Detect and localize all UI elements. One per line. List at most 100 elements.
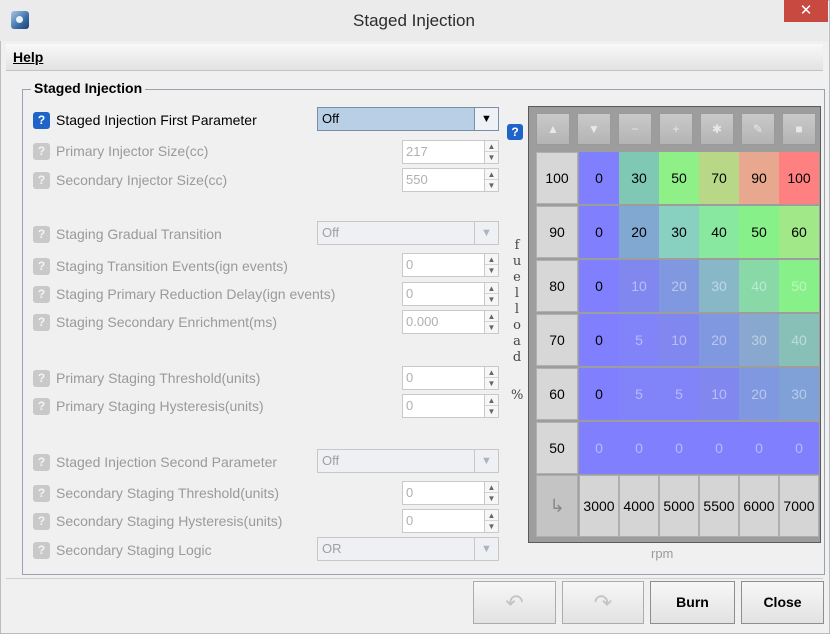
help-icon[interactable]: ? — [33, 485, 50, 502]
column-header[interactable]: 7000 — [779, 475, 819, 537]
chevron-down-icon[interactable]: ▼ — [474, 450, 498, 472]
help-icon[interactable]: ? — [33, 172, 50, 189]
help-icon[interactable]: ? — [33, 314, 50, 331]
row-header[interactable]: 90 — [536, 206, 578, 258]
spin-up-icon[interactable]: ▲ — [485, 283, 498, 294]
help-icon[interactable]: ? — [33, 542, 50, 559]
table-cell[interactable]: 20 — [699, 314, 739, 366]
spin-up-icon[interactable]: ▲ — [485, 367, 498, 378]
help-icon[interactable]: ? — [33, 226, 50, 243]
multiply-icon[interactable]: ✱ — [700, 113, 734, 145]
table-cell[interactable]: 40 — [699, 206, 739, 258]
table-cell[interactable]: 0 — [579, 422, 619, 474]
row-header[interactable]: 80 — [536, 260, 578, 312]
help-icon[interactable]: ? — [33, 454, 50, 471]
move-up-icon[interactable]: ▲ — [536, 113, 570, 145]
spin-up-icon[interactable]: ▲ — [485, 311, 498, 322]
column-header[interactable]: 5500 — [699, 475, 739, 537]
redo-button[interactable]: ↷ — [562, 581, 644, 624]
row-header[interactable]: 100 — [536, 152, 578, 204]
secondary-hysteresis-spinner[interactable]: 0 ▲ ▼ — [402, 509, 499, 533]
burn-button[interactable]: Burn — [650, 581, 735, 624]
primary-hysteresis-spinner[interactable]: 0 ▲ ▼ — [402, 394, 499, 418]
spin-down-icon[interactable]: ▼ — [485, 378, 498, 389]
chevron-down-icon[interactable]: ▼ — [474, 222, 498, 244]
spin-up-icon[interactable]: ▲ — [485, 254, 498, 265]
second-parameter-select[interactable]: Off ▼ — [317, 449, 499, 473]
undo-button[interactable]: ↶ — [473, 581, 556, 624]
spin-down-icon[interactable]: ▼ — [485, 180, 498, 191]
table-cell[interactable]: 0 — [699, 422, 739, 474]
table-cell[interactable]: 0 — [579, 206, 619, 258]
axis-swap-icon[interactable]: ↳ — [536, 475, 578, 537]
table-cell[interactable]: 40 — [779, 314, 819, 366]
primary-reduction-delay-spinner[interactable]: 0 ▲ ▼ — [402, 282, 499, 306]
column-header[interactable]: 5000 — [659, 475, 699, 537]
gradual-transition-select[interactable]: Off ▼ — [317, 221, 499, 245]
table-cell[interactable]: 50 — [779, 260, 819, 312]
spin-down-icon[interactable]: ▼ — [485, 152, 498, 163]
primary-injector-size-spinner[interactable]: 217 ▲ ▼ — [402, 140, 499, 164]
spin-down-icon[interactable]: ▼ — [485, 265, 498, 276]
table-cell[interactable]: 0 — [579, 260, 619, 312]
first-parameter-select[interactable]: Off ▼ — [317, 107, 499, 131]
column-header[interactable]: 4000 — [619, 475, 659, 537]
spin-up-icon[interactable]: ▲ — [485, 141, 498, 152]
spin-down-icon[interactable]: ▼ — [485, 521, 498, 532]
fill-icon[interactable]: ■ — [782, 113, 816, 145]
close-window-button[interactable]: ✕ — [784, 0, 828, 22]
table-cell[interactable]: 0 — [579, 314, 619, 366]
plus-icon[interactable]: + — [659, 113, 693, 145]
spin-up-icon[interactable]: ▲ — [485, 482, 498, 493]
spin-up-icon[interactable]: ▲ — [485, 510, 498, 521]
help-icon[interactable]: ? — [33, 143, 50, 160]
table-cell[interactable]: 10 — [699, 368, 739, 420]
move-down-icon[interactable]: ▼ — [577, 113, 611, 145]
primary-threshold-spinner[interactable]: 0 ▲ ▼ — [402, 366, 499, 390]
row-header[interactable]: 60 — [536, 368, 578, 420]
column-header[interactable]: 6000 — [739, 475, 779, 537]
secondary-threshold-spinner[interactable]: 0 ▲ ▼ — [402, 481, 499, 505]
spin-down-icon[interactable]: ▼ — [485, 294, 498, 305]
secondary-enrichment-spinner[interactable]: 0.000 ▲ ▼ — [402, 310, 499, 334]
table-cell[interactable]: 30 — [619, 152, 659, 204]
table-cell[interactable]: 30 — [739, 314, 779, 366]
table-cell[interactable]: 0 — [659, 422, 699, 474]
help-icon[interactable]: ? — [33, 398, 50, 415]
table-cell[interactable]: 90 — [739, 152, 779, 204]
column-header[interactable]: 3000 — [579, 475, 619, 537]
table-cell[interactable]: 50 — [659, 152, 699, 204]
spin-down-icon[interactable]: ▼ — [485, 493, 498, 504]
help-icon[interactable]: ? — [33, 112, 50, 129]
transition-events-spinner[interactable]: 0 ▲ ▼ — [402, 253, 499, 277]
table-help-icon[interactable]: ? — [507, 124, 523, 140]
table-cell[interactable]: 20 — [619, 206, 659, 258]
chevron-down-icon[interactable]: ▼ — [474, 108, 498, 130]
spin-up-icon[interactable]: ▲ — [485, 169, 498, 180]
table-cell[interactable]: 0 — [779, 422, 819, 474]
help-icon[interactable]: ? — [33, 370, 50, 387]
table-cell[interactable]: 20 — [739, 368, 779, 420]
help-icon[interactable]: ? — [33, 513, 50, 530]
table-cell[interactable]: 10 — [619, 260, 659, 312]
table-cell[interactable]: 30 — [659, 206, 699, 258]
table-cell[interactable]: 60 — [779, 206, 819, 258]
table-cell[interactable]: 0 — [579, 368, 619, 420]
secondary-injector-size-spinner[interactable]: 550 ▲ ▼ — [402, 168, 499, 192]
spin-up-icon[interactable]: ▲ — [485, 395, 498, 406]
table-cell[interactable]: 30 — [779, 368, 819, 420]
spin-down-icon[interactable]: ▼ — [485, 322, 498, 333]
edit-icon[interactable]: ✎ — [741, 113, 775, 145]
table-cell[interactable]: 5 — [619, 314, 659, 366]
minus-icon[interactable]: − — [618, 113, 652, 145]
table-cell[interactable]: 5 — [619, 368, 659, 420]
spin-down-icon[interactable]: ▼ — [485, 406, 498, 417]
table-cell[interactable]: 50 — [739, 206, 779, 258]
table-cell[interactable]: 5 — [659, 368, 699, 420]
table-cell[interactable]: 0 — [739, 422, 779, 474]
row-header[interactable]: 70 — [536, 314, 578, 366]
table-cell[interactable]: 70 — [699, 152, 739, 204]
close-button[interactable]: Close — [741, 581, 824, 624]
table-cell[interactable]: 30 — [699, 260, 739, 312]
help-icon[interactable]: ? — [33, 286, 50, 303]
